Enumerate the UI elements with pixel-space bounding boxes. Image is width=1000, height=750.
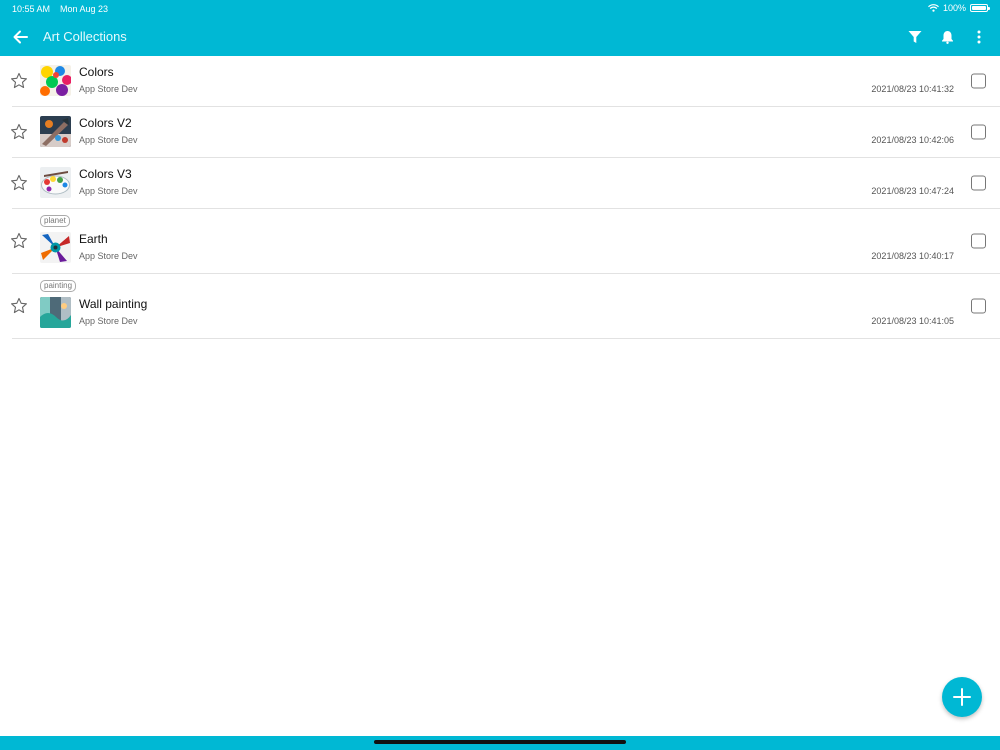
status-time: 10:55 AM bbox=[12, 4, 51, 14]
battery-fill bbox=[972, 6, 986, 10]
battery-percent: 100% bbox=[942, 3, 966, 13]
favorite-toggle[interactable] bbox=[10, 72, 28, 90]
favorite-toggle[interactable] bbox=[10, 174, 28, 192]
more-vert-icon bbox=[977, 30, 981, 44]
collection-list: Colors App Store Dev 2021/08/23 10:41:32… bbox=[0, 56, 1000, 339]
wall-painting-artwork-image bbox=[40, 297, 71, 328]
favorite-toggle[interactable] bbox=[10, 232, 28, 250]
item-checkbox[interactable] bbox=[971, 124, 986, 140]
item-tag: planet bbox=[40, 215, 70, 227]
back-button[interactable] bbox=[10, 26, 32, 48]
notifications-button[interactable] bbox=[938, 27, 956, 47]
item-name: Colors V3 bbox=[79, 167, 132, 181]
artwork-thumbnail bbox=[40, 116, 71, 147]
star-outline-icon bbox=[11, 123, 27, 140]
colors-artwork-image bbox=[40, 65, 71, 96]
item-checkbox[interactable] bbox=[971, 233, 986, 249]
filter-button[interactable] bbox=[906, 27, 924, 47]
item-author: App Store Dev bbox=[79, 135, 138, 145]
item-author: App Store Dev bbox=[79, 251, 138, 261]
app-header: 10:55 AM Mon Aug 23 100% Art Collections bbox=[0, 0, 1000, 56]
item-author: App Store Dev bbox=[79, 186, 138, 196]
artwork-thumbnail bbox=[40, 65, 71, 96]
star-outline-icon bbox=[11, 232, 27, 249]
item-timestamp: 2021/08/23 10:41:32 bbox=[871, 84, 954, 94]
earth-artwork-image bbox=[40, 232, 71, 263]
favorite-toggle[interactable] bbox=[10, 297, 28, 315]
item-timestamp: 2021/08/23 10:41:05 bbox=[871, 316, 954, 326]
bell-icon bbox=[941, 31, 953, 44]
item-checkbox[interactable] bbox=[971, 175, 986, 191]
list-item[interactable]: Colors App Store Dev 2021/08/23 10:41:32 bbox=[10, 56, 1000, 107]
item-name: Earth bbox=[79, 232, 108, 246]
palette-artwork-image bbox=[40, 167, 71, 198]
artwork-thumbnail bbox=[40, 167, 71, 198]
item-author: App Store Dev bbox=[79, 84, 138, 94]
wifi-icon bbox=[928, 4, 939, 12]
status-bar: 10:55 AM Mon Aug 23 100% bbox=[0, 0, 1000, 18]
star-outline-icon bbox=[11, 174, 27, 191]
item-timestamp: 2021/08/23 10:42:06 bbox=[871, 135, 954, 145]
plus-icon bbox=[953, 688, 971, 706]
status-right: 100% bbox=[928, 3, 990, 13]
item-tag: painting bbox=[40, 280, 77, 292]
list-item[interactable]: planet Earth App Store Dev 2021/08/23 10… bbox=[10, 209, 1000, 274]
artwork-thumbnail bbox=[40, 232, 71, 263]
item-name: Colors bbox=[79, 65, 114, 79]
star-outline-icon bbox=[11, 297, 27, 314]
home-indicator[interactable] bbox=[374, 740, 626, 744]
bottom-bar bbox=[0, 736, 1000, 750]
back-arrow-icon bbox=[13, 30, 28, 44]
paint-brush-artwork-image bbox=[40, 116, 71, 147]
more-options-button[interactable] bbox=[970, 27, 988, 47]
item-timestamp: 2021/08/23 10:47:24 bbox=[871, 186, 954, 196]
header-actions bbox=[906, 27, 988, 47]
item-checkbox[interactable] bbox=[971, 73, 986, 89]
page-title: Art Collections bbox=[43, 29, 127, 44]
battery-icon bbox=[970, 4, 990, 12]
list-item[interactable]: painting Wall painting App Store Dev 202… bbox=[10, 274, 1000, 339]
item-name: Colors V2 bbox=[79, 116, 132, 130]
item-timestamp: 2021/08/23 10:40:17 bbox=[871, 251, 954, 261]
add-collection-button[interactable] bbox=[942, 677, 982, 717]
item-author: App Store Dev bbox=[79, 316, 138, 326]
list-item[interactable]: Colors V3 App Store Dev 2021/08/23 10:47… bbox=[10, 158, 1000, 209]
list-item[interactable]: Colors V2 App Store Dev 2021/08/23 10:42… bbox=[10, 107, 1000, 158]
navbar: Art Collections bbox=[0, 18, 1000, 56]
status-date: Mon Aug 23 bbox=[60, 4, 109, 14]
star-outline-icon bbox=[11, 72, 27, 89]
item-checkbox[interactable] bbox=[971, 298, 986, 314]
favorite-toggle[interactable] bbox=[10, 123, 28, 141]
artwork-thumbnail bbox=[40, 297, 71, 328]
filter-icon bbox=[908, 31, 922, 43]
item-name: Wall painting bbox=[79, 297, 148, 311]
